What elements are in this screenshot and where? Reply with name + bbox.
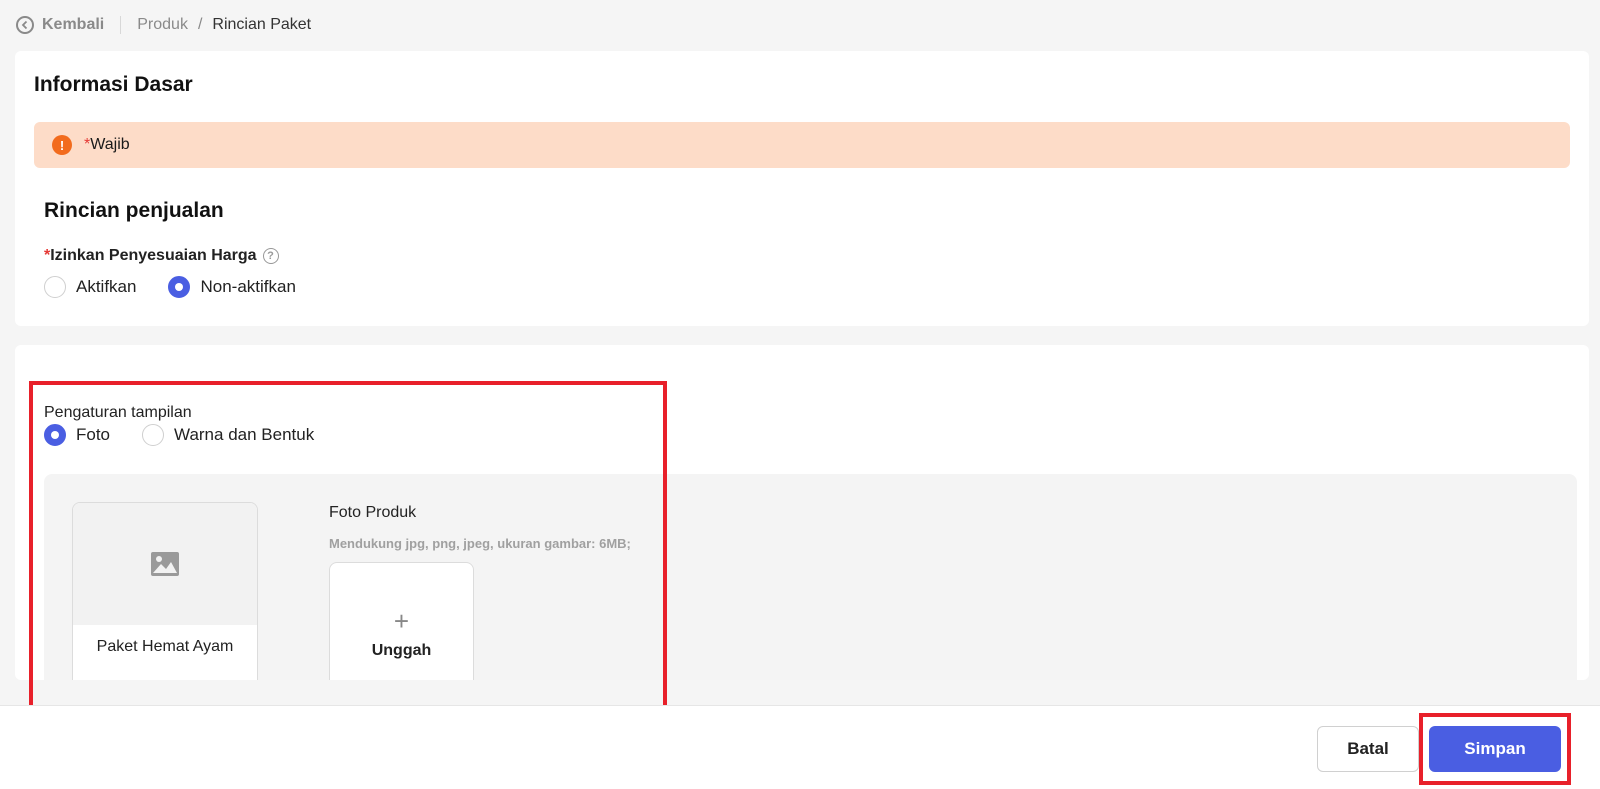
radio-option-warna-bentuk[interactable]: Warna dan Bentuk [142,424,314,446]
basic-info-title: Informasi Dasar [34,73,193,96]
photo-preview-area: Paket Hemat Ayam Foto Produk Mendukung j… [44,474,1577,680]
alert-text: Wajib [90,136,130,153]
question-circle-icon[interactable]: ? [262,248,279,264]
radio-label-aktifkan: Aktifkan [76,277,137,296]
info-icon: ! [52,135,72,155]
cancel-button[interactable]: Batal [1317,726,1419,772]
sales-details-title: Rincian penjualan [44,199,224,222]
photo-title: Foto Produk [329,504,417,521]
radio-aktifkan[interactable] [44,276,66,298]
back-label: Kembali [42,16,105,33]
upload-label: Unggah [371,642,432,659]
plus-icon: + [393,606,410,636]
radio-option-foto[interactable]: Foto [44,424,110,446]
display-settings-label: Pengaturan tampilan [44,404,192,421]
required-alert: ! * Wajib [34,122,1570,168]
radio-non-aktifkan[interactable] [168,276,191,298]
breadcrumb-parent-link[interactable]: Produk [137,16,188,34]
radio-warna-bentuk[interactable] [142,424,165,446]
display-mode-radio-group: Foto Warna dan Bentuk [44,424,346,446]
breadcrumb: Kembali Produk / Rincian Paket [0,0,1600,50]
radio-label-warna-bentuk: Warna dan Bentuk [174,425,315,444]
radio-label-non-aktifkan: Non-aktifkan [200,277,296,296]
preview-image [73,503,257,625]
radio-option-non-aktifkan[interactable]: Non-aktifkan [168,276,296,298]
save-button[interactable]: Simpan [1429,726,1561,772]
photo-hint: Mendukung jpg, png, jpeg, ukuran gambar:… [329,536,631,551]
radio-label-foto: Foto [76,425,111,444]
upload-button[interactable]: + Unggah [329,562,474,680]
product-preview-card: Paket Hemat Ayam [72,502,258,680]
breadcrumb-current: Rincian Paket [212,16,312,33]
back-button[interactable]: Kembali [16,16,104,34]
price-adjust-label-text: Izinkan Penyesuaian Harga [50,247,257,264]
breadcrumb-divider [120,16,122,34]
chevron-left-circle-icon [16,16,34,34]
price-adjust-radio-group: Aktifkan Non-aktifkan [44,276,328,298]
preview-product-name: Paket Hemat Ayam [96,638,234,655]
footer-bar: Batal Simpan [0,705,1600,789]
radio-foto[interactable] [44,424,66,446]
breadcrumb-separator: / [197,16,203,33]
radio-option-aktifkan[interactable]: Aktifkan [44,276,136,298]
basic-info-card: Informasi Dasar ! * Wajib Rincian penjua… [15,51,1589,326]
display-settings-card: Pengaturan tampilan Foto Warna dan Bentu… [15,345,1589,680]
price-adjust-label: * Izinkan Penyesuaian Harga ? [44,247,279,265]
image-placeholder-icon [151,552,179,576]
